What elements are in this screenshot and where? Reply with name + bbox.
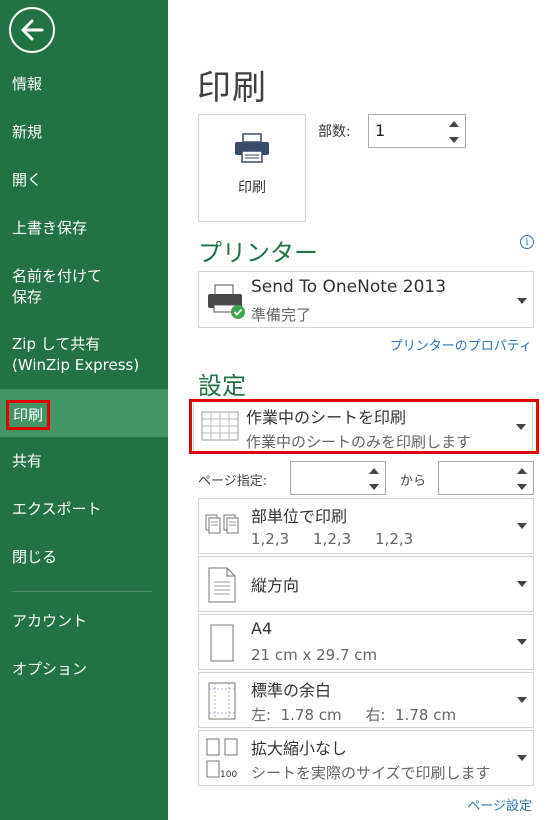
nav-info[interactable]: 情報 — [0, 74, 168, 94]
copies-label: 部数: — [318, 124, 351, 140]
printer-properties-link[interactable]: プリンターのプロパティ — [390, 335, 532, 354]
paper-size-subtitle: 21 cm x 29.7 cm — [251, 646, 378, 664]
nav-export[interactable]: エクスポート — [0, 499, 168, 519]
increment-button[interactable] — [516, 466, 528, 476]
print-button[interactable]: 印刷 — [198, 114, 306, 222]
collation-title: 部単位で印刷 — [251, 507, 348, 526]
nav-label: 共有 — [12, 452, 43, 470]
settings-heading: 設定 — [198, 372, 246, 400]
nav-print[interactable]: 印刷 — [0, 389, 168, 437]
scaling-dropdown[interactable]: 100 拡大縮小なし シートを実際のサイズで印刷します — [198, 730, 534, 786]
nav-label: オプション — [12, 660, 88, 678]
backstage-sidebar: 情報 新規 開く 上書き保存 名前を付けて 保存 Zip して共有 (WinZi… — [0, 0, 168, 820]
nav-close[interactable]: 閉じる — [0, 547, 168, 567]
page-setup-link[interactable]: ページ設定 — [467, 795, 532, 814]
printer-dropdown[interactable]: Send To OneNote 2013 準備完了 — [198, 271, 534, 328]
page-title: 印刷 — [197, 68, 267, 108]
chevron-down-icon — [517, 298, 527, 304]
nav-label: Zip して共有 (WinZip Express) — [12, 335, 140, 374]
paper-size-icon — [207, 623, 237, 667]
decrement-button[interactable] — [368, 482, 380, 492]
scaling-icon: 100 — [205, 737, 245, 785]
portrait-page-icon — [207, 566, 237, 608]
chevron-down-icon — [517, 581, 527, 587]
scaling-title: 拡大縮小なし — [251, 739, 348, 758]
decrement-button[interactable] — [448, 135, 460, 145]
nav-label: 閉じる — [12, 548, 58, 566]
printer-icon — [233, 133, 271, 167]
margins-icon — [207, 681, 237, 725]
decrement-button[interactable] — [516, 482, 528, 492]
chevron-up-icon — [517, 468, 527, 474]
nav-label: エクスポート — [12, 500, 102, 518]
pages-to-field[interactable] — [438, 461, 534, 495]
arrow-left-icon — [21, 19, 44, 41]
copies-value: 1 — [375, 121, 386, 140]
highlight-box — [189, 399, 539, 454]
nav-label: 上書き保存 — [12, 219, 88, 237]
paper-size-dropdown[interactable]: A4 21 cm x 29.7 cm — [198, 614, 534, 670]
printer-icon — [205, 281, 247, 325]
pages-from-field[interactable] — [290, 461, 386, 495]
chevron-down-icon — [369, 484, 379, 490]
collation-dropdown[interactable]: 部単位で印刷 1,2,3 1,2,3 1,2,3 — [198, 498, 534, 554]
nav-label: アカウント — [12, 612, 88, 630]
back-button[interactable] — [9, 7, 55, 53]
scaling-subtitle: シートを実際のサイズで印刷します — [251, 764, 491, 782]
nav-label: 新規 — [12, 123, 43, 141]
copies-stepper[interactable]: 1 — [368, 114, 466, 148]
collation-subtitle: 1,2,3 1,2,3 1,2,3 — [251, 530, 414, 548]
chevron-up-icon — [449, 121, 459, 127]
print-pane: 印刷 印刷 部数: 1 プリンター i Send To OneNote 2013… — [168, 0, 550, 820]
nav-zip-share[interactable]: Zip して共有 (WinZip Express) — [0, 334, 168, 376]
chevron-down-icon — [517, 484, 527, 490]
nav-open[interactable]: 開く — [0, 170, 168, 190]
nav-save-as[interactable]: 名前を付けて 保存 — [0, 266, 168, 308]
printer-status: 準備完了 — [251, 306, 312, 324]
nav-label: 印刷 — [6, 400, 51, 430]
print-button-label: 印刷 — [238, 180, 266, 196]
orientation-dropdown[interactable]: 縦方向 — [198, 556, 534, 612]
pages-to-label: から — [400, 474, 427, 489]
info-icon[interactable]: i — [520, 235, 534, 249]
chevron-up-icon — [369, 468, 379, 474]
nav-account[interactable]: アカウント — [0, 611, 168, 631]
printer-heading: プリンター — [198, 239, 318, 267]
chevron-down-icon — [517, 523, 527, 529]
nav-label: 情報 — [12, 75, 43, 93]
chevron-down-icon — [517, 639, 527, 645]
nav-new[interactable]: 新規 — [0, 122, 168, 142]
collated-pages-icon — [205, 511, 245, 545]
nav-share[interactable]: 共有 — [0, 451, 168, 471]
chevron-down-icon — [517, 697, 527, 703]
chevron-down-icon — [517, 755, 527, 761]
increment-button[interactable] — [448, 119, 460, 129]
increment-button[interactable] — [368, 466, 380, 476]
pages-label: ページ指定: — [198, 474, 268, 489]
orientation-title: 縦方向 — [251, 576, 300, 595]
nav-save[interactable]: 上書き保存 — [0, 218, 168, 238]
margins-dropdown[interactable]: 標準の余白 左: 1.78 cm 右: 1.78 cm — [198, 672, 534, 728]
chevron-down-icon — [449, 137, 459, 143]
printer-name: Send To OneNote 2013 — [251, 277, 447, 297]
nav-divider — [12, 591, 152, 592]
paper-size-title: A4 — [251, 619, 273, 638]
nav-options[interactable]: オプション — [0, 659, 168, 679]
margins-title: 標準の余白 — [251, 681, 332, 700]
nav-label: 名前を付けて 保存 — [12, 267, 103, 306]
margins-subtitle: 左: 1.78 cm 右: 1.78 cm — [251, 706, 457, 724]
nav-label: 開く — [12, 171, 43, 189]
scaling-icon-number: 100 — [220, 770, 237, 780]
